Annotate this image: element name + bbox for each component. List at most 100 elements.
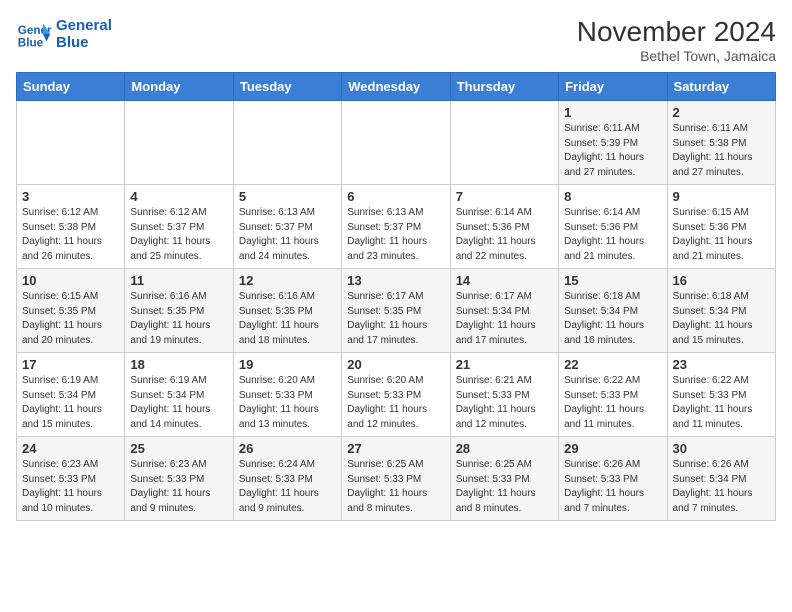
calendar-day-cell: 23 Sunrise: 6:22 AM Sunset: 5:33 PM Dayli… xyxy=(667,353,775,437)
day-number: 16 xyxy=(673,273,770,288)
calendar-day-cell: 16 Sunrise: 6:18 AM Sunset: 5:34 PM Dayli… xyxy=(667,269,775,353)
day-number: 25 xyxy=(130,441,227,456)
day-number: 13 xyxy=(347,273,444,288)
day-number: 6 xyxy=(347,189,444,204)
calendar-day-header: Sunday xyxy=(17,73,125,101)
calendar-day-cell xyxy=(125,101,233,185)
calendar-day-cell: 18Sunrise: 6:19 AM Sunset: 5:34 PM Dayli… xyxy=(125,353,233,437)
day-info: Sunrise: 6:16 AM Sunset: 5:35 PM Dayligh… xyxy=(239,290,336,348)
calendar-day-header: Wednesday xyxy=(342,73,450,101)
day-info: Sunrise: 6:15 AM Sunset: 5:35 PM Dayligh… xyxy=(22,290,119,348)
day-number: 5 xyxy=(239,189,336,204)
day-info: Sunrise: 6:26 AM Sunset: 5:34 PM Dayligh… xyxy=(673,458,770,516)
location: Bethel Town, Jamaica xyxy=(577,48,776,64)
day-number: 2 xyxy=(673,105,770,120)
day-number: 29 xyxy=(564,441,661,456)
calendar-day-header: Saturday xyxy=(667,73,775,101)
calendar-day-cell: 15 Sunrise: 6:18 AM Sunset: 5:34 PM Dayli… xyxy=(559,269,667,353)
logo-text: GeneralBlue xyxy=(56,17,112,51)
day-info: Sunrise: 6:22 AM Sunset: 5:33 PM Dayligh… xyxy=(564,374,661,432)
day-number: 4 xyxy=(130,189,227,204)
day-number: 7 xyxy=(456,189,553,204)
calendar-day-cell: 11Sunrise: 6:16 AM Sunset: 5:35 PM Dayli… xyxy=(125,269,233,353)
day-info: Sunrise: 6:11 AM Sunset: 5:38 PM Dayligh… xyxy=(673,122,770,180)
calendar-day-header: Tuesday xyxy=(233,73,341,101)
logo-icon: General Blue xyxy=(16,16,52,52)
calendar-day-cell: 5 Sunrise: 6:13 AM Sunset: 5:37 PM Daylig… xyxy=(233,185,341,269)
calendar-day-cell: 21Sunrise: 6:21 AM Sunset: 5:33 PM Dayli… xyxy=(450,353,558,437)
calendar-week-row: 17 Sunrise: 6:19 AM Sunset: 5:34 PM Dayli… xyxy=(17,353,776,437)
svg-text:Blue: Blue xyxy=(18,37,44,50)
calendar-day-cell xyxy=(342,101,450,185)
calendar-day-cell: 2 Sunrise: 6:11 AM Sunset: 5:38 PM Daylig… xyxy=(667,101,775,185)
day-info: Sunrise: 6:18 AM Sunset: 5:34 PM Dayligh… xyxy=(564,290,661,348)
day-info: Sunrise: 6:24 AM Sunset: 5:33 PM Dayligh… xyxy=(239,458,336,516)
day-number: 27 xyxy=(347,441,444,456)
calendar-body: 1 Sunrise: 6:11 AM Sunset: 5:39 PM Daylig… xyxy=(17,101,776,521)
calendar-day-cell: 29 Sunrise: 6:26 AM Sunset: 5:33 PM Dayli… xyxy=(559,437,667,521)
day-number: 12 xyxy=(239,273,336,288)
day-number: 3 xyxy=(22,189,119,204)
day-info: Sunrise: 6:19 AM Sunset: 5:34 PM Dayligh… xyxy=(22,374,119,432)
day-number: 10 xyxy=(22,273,119,288)
day-info: Sunrise: 6:20 AM Sunset: 5:33 PM Dayligh… xyxy=(239,374,336,432)
calendar-day-cell xyxy=(450,101,558,185)
day-number: 11 xyxy=(130,273,227,288)
calendar-day-cell: 10 Sunrise: 6:15 AM Sunset: 5:35 PM Dayli… xyxy=(17,269,125,353)
calendar-table: SundayMondayTuesdayWednesdayThursdayFrid… xyxy=(16,72,776,521)
calendar-day-cell: 28 Sunrise: 6:25 AM Sunset: 5:33 PM Dayli… xyxy=(450,437,558,521)
day-number: 22 xyxy=(564,357,661,372)
day-info: Sunrise: 6:13 AM Sunset: 5:37 PM Dayligh… xyxy=(347,206,444,264)
calendar-header-row: SundayMondayTuesdayWednesdayThursdayFrid… xyxy=(17,73,776,101)
day-info: Sunrise: 6:14 AM Sunset: 5:36 PM Dayligh… xyxy=(456,206,553,264)
calendar-day-cell: 1 Sunrise: 6:11 AM Sunset: 5:39 PM Daylig… xyxy=(559,101,667,185)
calendar-day-header: Friday xyxy=(559,73,667,101)
calendar-day-header: Monday xyxy=(125,73,233,101)
day-number: 1 xyxy=(564,105,661,120)
calendar-day-cell: 12 Sunrise: 6:16 AM Sunset: 5:35 PM Dayli… xyxy=(233,269,341,353)
calendar-day-header: Thursday xyxy=(450,73,558,101)
calendar-day-cell: 22 Sunrise: 6:22 AM Sunset: 5:33 PM Dayli… xyxy=(559,353,667,437)
calendar-day-cell: 14 Sunrise: 6:17 AM Sunset: 5:34 PM Dayli… xyxy=(450,269,558,353)
day-info: Sunrise: 6:11 AM Sunset: 5:39 PM Dayligh… xyxy=(564,122,661,180)
day-number: 23 xyxy=(673,357,770,372)
calendar-day-cell xyxy=(17,101,125,185)
calendar-day-cell: 19 Sunrise: 6:20 AM Sunset: 5:33 PM Dayli… xyxy=(233,353,341,437)
day-number: 17 xyxy=(22,357,119,372)
day-number: 9 xyxy=(673,189,770,204)
day-info: Sunrise: 6:14 AM Sunset: 5:36 PM Dayligh… xyxy=(564,206,661,264)
calendar-day-cell: 7 Sunrise: 6:14 AM Sunset: 5:36 PM Daylig… xyxy=(450,185,558,269)
day-info: Sunrise: 6:13 AM Sunset: 5:37 PM Dayligh… xyxy=(239,206,336,264)
calendar-day-cell: 8 Sunrise: 6:14 AM Sunset: 5:36 PM Daylig… xyxy=(559,185,667,269)
day-number: 14 xyxy=(456,273,553,288)
day-info: Sunrise: 6:17 AM Sunset: 5:34 PM Dayligh… xyxy=(456,290,553,348)
calendar-day-cell xyxy=(233,101,341,185)
calendar-week-row: 24 Sunrise: 6:23 AM Sunset: 5:33 PM Dayli… xyxy=(17,437,776,521)
calendar-day-cell: 30 Sunrise: 6:26 AM Sunset: 5:34 PM Dayli… xyxy=(667,437,775,521)
calendar-day-cell: 26Sunrise: 6:24 AM Sunset: 5:33 PM Dayli… xyxy=(233,437,341,521)
day-number: 30 xyxy=(673,441,770,456)
calendar-day-cell: 20Sunrise: 6:20 AM Sunset: 5:33 PM Dayli… xyxy=(342,353,450,437)
day-info: Sunrise: 6:23 AM Sunset: 5:33 PM Dayligh… xyxy=(130,458,227,516)
day-info: Sunrise: 6:23 AM Sunset: 5:33 PM Dayligh… xyxy=(22,458,119,516)
calendar-day-cell: 4Sunrise: 6:12 AM Sunset: 5:37 PM Daylig… xyxy=(125,185,233,269)
day-number: 28 xyxy=(456,441,553,456)
calendar-day-cell: 6 Sunrise: 6:13 AM Sunset: 5:37 PM Daylig… xyxy=(342,185,450,269)
day-info: Sunrise: 6:26 AM Sunset: 5:33 PM Dayligh… xyxy=(564,458,661,516)
calendar-week-row: 3Sunrise: 6:12 AM Sunset: 5:38 PM Daylig… xyxy=(17,185,776,269)
calendar-week-row: 10 Sunrise: 6:15 AM Sunset: 5:35 PM Dayli… xyxy=(17,269,776,353)
day-info: Sunrise: 6:25 AM Sunset: 5:33 PM Dayligh… xyxy=(456,458,553,516)
day-number: 24 xyxy=(22,441,119,456)
calendar-day-cell: 13Sunrise: 6:17 AM Sunset: 5:35 PM Dayli… xyxy=(342,269,450,353)
day-number: 20 xyxy=(347,357,444,372)
logo: General Blue GeneralBlue xyxy=(16,16,112,52)
day-info: Sunrise: 6:18 AM Sunset: 5:34 PM Dayligh… xyxy=(673,290,770,348)
calendar-week-row: 1 Sunrise: 6:11 AM Sunset: 5:39 PM Daylig… xyxy=(17,101,776,185)
day-info: Sunrise: 6:22 AM Sunset: 5:33 PM Dayligh… xyxy=(673,374,770,432)
calendar-day-cell: 9Sunrise: 6:15 AM Sunset: 5:36 PM Daylig… xyxy=(667,185,775,269)
day-number: 15 xyxy=(564,273,661,288)
day-number: 8 xyxy=(564,189,661,204)
page-header: General Blue GeneralBlue November 2024 B… xyxy=(16,16,776,64)
day-number: 19 xyxy=(239,357,336,372)
day-info: Sunrise: 6:19 AM Sunset: 5:34 PM Dayligh… xyxy=(130,374,227,432)
